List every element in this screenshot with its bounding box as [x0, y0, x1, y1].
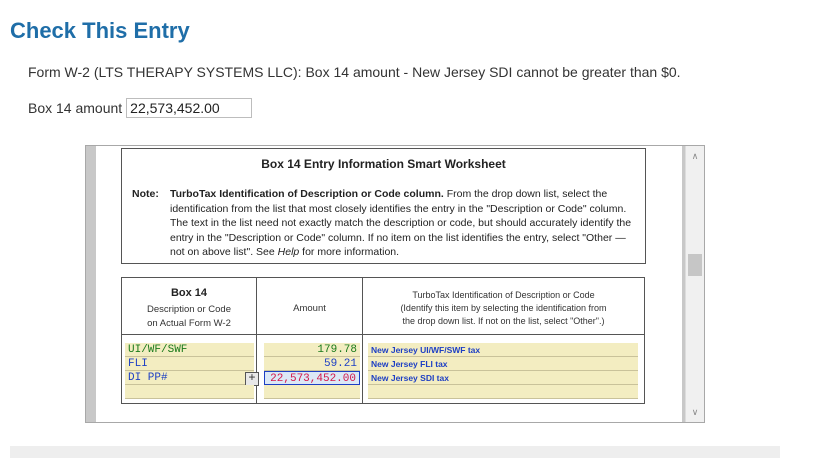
header-divider — [121, 334, 645, 335]
col2-header: Amount — [293, 303, 326, 314]
row2-amount[interactable]: 59.21 — [264, 357, 360, 371]
note-body: TurboTax Identification of Description o… — [170, 187, 632, 260]
row1-description[interactable]: UI/WF/SWF — [125, 343, 254, 357]
row3-description[interactable]: DI PP# — [125, 371, 254, 385]
vertical-scrollbar[interactable]: ∧ ∨ — [685, 146, 704, 422]
col1-header-sub2: on Actual Form W-2 — [147, 318, 231, 329]
help-link[interactable]: Help — [278, 246, 300, 258]
note-bold-text: TurboTax Identification of Description o… — [170, 188, 444, 200]
page-title: Check This Entry — [10, 18, 190, 43]
row4-description-empty[interactable] — [125, 385, 254, 399]
error-message: Form W-2 (LTS THERAPY SYSTEMS LLC): Box … — [28, 64, 681, 80]
row1-identification[interactable]: New Jersey UI/WF/SWF tax — [368, 343, 638, 357]
col3-header-line3: the drop down list. If not on the list, … — [402, 316, 605, 326]
row3-identification[interactable]: New Jersey SDI tax — [368, 371, 638, 385]
row2-identification[interactable]: New Jersey FLI tax — [368, 357, 638, 371]
worksheet-header-box: Box 14 Entry Information Smart Worksheet… — [121, 148, 646, 264]
worksheet-title: Box 14 Entry Information Smart Worksheet — [261, 157, 506, 171]
chevron-down-icon[interactable]: ∨ — [686, 404, 704, 420]
worksheet-frame: Box 14 Entry Information Smart Worksheet… — [85, 145, 705, 423]
footer-divider — [10, 446, 780, 458]
worksheet-note: Note: TurboTax Identification of Descrip… — [132, 187, 632, 260]
note-label: Note: — [132, 188, 159, 200]
scroll-thumb[interactable] — [688, 254, 702, 276]
worksheet-content: Box 14 Entry Information Smart Worksheet… — [96, 146, 682, 422]
col1-header-title: Box 14 — [170, 287, 208, 299]
row4-amount-empty[interactable] — [264, 385, 360, 399]
box14-amount-input[interactable]: 22,573,452.00 — [126, 98, 253, 118]
row1-amount[interactable]: 179.78 — [264, 343, 360, 357]
col3-header-line1: TurboTax Identification of Description o… — [412, 290, 595, 300]
row3-amount-error[interactable]: 22,573,452.00 — [264, 371, 360, 385]
row4-identification-empty[interactable] — [368, 385, 638, 399]
col1-header-sub1: Description or Code — [147, 304, 231, 315]
chevron-up-icon[interactable]: ∧ — [686, 148, 704, 164]
col1-header-sub: Description or Code on Actual Form W-2 — [121, 303, 257, 331]
amount-label: Box 14 amount — [28, 100, 123, 116]
plus-expand-icon[interactable]: + — [245, 372, 259, 386]
amount-row: Box 14 amount 22,573,452.00 — [28, 98, 253, 118]
col3-header: TurboTax Identification of Description o… — [362, 289, 645, 328]
col3-header-line2: (Identify this item by selecting the ide… — [400, 303, 607, 313]
note-text-2: for more information. — [299, 246, 400, 258]
row2-description[interactable]: FLI — [125, 357, 254, 371]
